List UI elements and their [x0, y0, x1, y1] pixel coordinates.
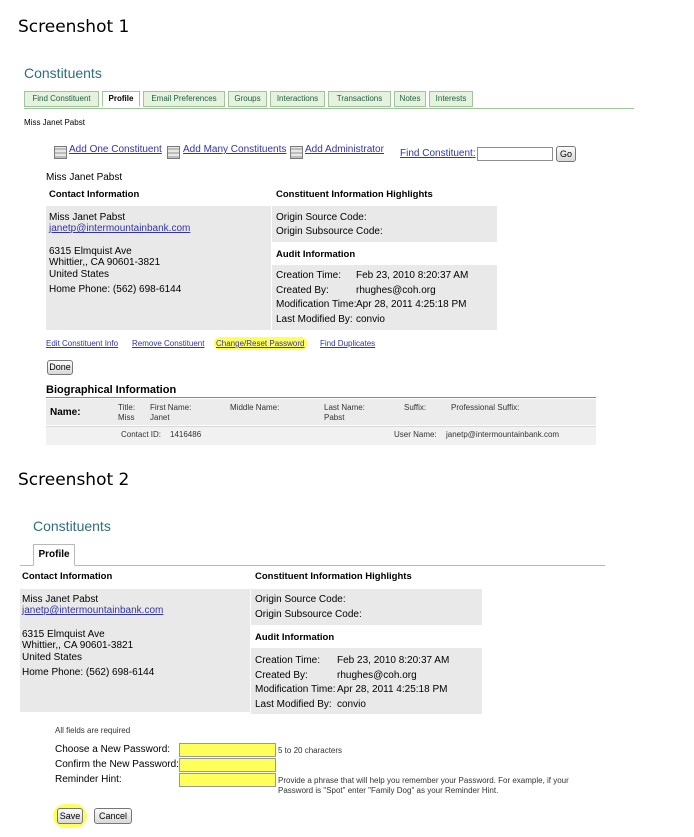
screenshot-2-caption: Screenshot 2: [18, 470, 130, 490]
contact-city-2: Whittier,, CA 90601-3821: [22, 640, 134, 651]
origin-subsource-code: Origin Subsource Code:: [276, 226, 383, 237]
find-constituent-input[interactable]: [477, 147, 553, 161]
add-administrator-link[interactable]: Add Administrator: [305, 144, 384, 155]
creation-time-label: Creation Time:: [276, 270, 342, 281]
contact-country-2: United States: [22, 652, 83, 663]
audit-information-header: Audit Information: [276, 249, 356, 260]
save-button[interactable]: Save: [57, 808, 83, 824]
last-modified-by-label: Last Modified By:: [276, 314, 353, 325]
add-one-constituent-link[interactable]: Add One Constituent: [69, 144, 162, 155]
modification-time-value: Apr 28, 2011 4:25:18 PM: [356, 299, 467, 310]
bio-middle-name-label: Middle Name:: [230, 403, 280, 412]
contact-name-2: Miss Janet Pabst: [22, 594, 99, 605]
contact-id-label: Contact ID:: [121, 430, 162, 439]
contact-email-link-2[interactable]: janetp@intermountainbank.com: [22, 605, 163, 616]
tab-notes[interactable]: Notes: [394, 91, 426, 107]
find-duplicates-link[interactable]: Find Duplicates: [320, 339, 375, 348]
constituent-name-heading: Miss Janet Pabst: [46, 172, 123, 183]
creation-time-label-2: Creation Time:: [255, 655, 321, 666]
tab-groups[interactable]: Groups: [228, 91, 267, 107]
contact-id-value: 1416486: [170, 430, 202, 439]
highlights-header: Constituent Information Highlights: [276, 189, 433, 200]
edit-constituent-info-link[interactable]: Edit Constituent Info: [46, 339, 118, 348]
origin-subsource-code-2: Origin Subsource Code:: [255, 609, 362, 620]
bio-last-name-value: Pabst: [324, 413, 345, 422]
new-password-hint: 5 to 20 characters: [278, 746, 343, 755]
last-modified-by-value-2: convio: [337, 699, 366, 710]
tab-find-constituent[interactable]: Find Constituent: [24, 91, 99, 107]
tab-email-preferences[interactable]: Email Preferences: [143, 91, 225, 107]
confirm-password-field[interactable]: [179, 758, 276, 772]
contact-email-link[interactable]: janetp@intermountainbank.com: [49, 223, 190, 234]
confirm-password-label: Confirm the New Password:: [55, 759, 179, 770]
new-password-label: Choose a New Password:: [55, 744, 171, 755]
last-modified-by-label-2: Last Modified By:: [255, 699, 332, 710]
created-by-label: Created By:: [276, 285, 329, 296]
audit-information-header-2: Audit Information: [255, 632, 335, 643]
find-constituent-label: Find Constituent: [400, 148, 473, 159]
go-button[interactable]: Go: [556, 146, 576, 162]
created-by-label-2: Created By:: [255, 670, 308, 681]
add-administrator-icon: [290, 146, 303, 159]
creation-time-value: Feb 23, 2010 8:20:37 AM: [356, 270, 469, 281]
reminder-hint-field[interactable]: [179, 773, 276, 787]
add-many-constituents-icon: [167, 146, 180, 159]
contact-information-header: Contact Information: [49, 189, 140, 200]
created-by-value-2: rhughes@coh.org: [337, 670, 417, 681]
creation-time-value-2: Feb 23, 2010 8:20:37 AM: [337, 655, 450, 666]
tab-interactions[interactable]: Interactions: [270, 91, 325, 107]
tab-bar-line: [24, 108, 634, 109]
contact-phone: Home Phone: (562) 698-6144: [49, 284, 182, 295]
breadcrumb-name: Miss Janet Pabst: [24, 118, 85, 127]
page-title: Constituents: [24, 65, 102, 81]
reminder-hint-label: Reminder Hint:: [55, 774, 122, 785]
bio-separator: [46, 397, 596, 398]
remove-constituent-link[interactable]: Remove Constituent: [132, 339, 204, 348]
page-title-2: Constituents: [33, 518, 111, 534]
biographical-information-header: Biographical Information: [46, 384, 177, 396]
cancel-button[interactable]: Cancel: [94, 808, 132, 824]
user-name-label: User Name:: [394, 430, 437, 439]
origin-source-code-2: Origin Source Code:: [255, 594, 346, 605]
modification-time-value-2: Apr 28, 2011 4:25:18 PM: [337, 684, 448, 695]
tab-interests[interactable]: Interests: [429, 91, 473, 107]
contact-name: Miss Janet Pabst: [49, 212, 126, 223]
contact-street-2: 6315 Elmquist Ave: [22, 629, 105, 640]
find-constituent-link[interactable]: Find Constituent:: [400, 148, 476, 159]
bio-professional-suffix-label: Professional Suffix:: [451, 403, 520, 412]
contact-information-header-2: Contact Information: [22, 571, 113, 582]
done-button[interactable]: Done: [47, 360, 73, 375]
bio-last-name-label: Last Name:: [324, 403, 365, 412]
tab-bar-line-2: [20, 565, 605, 566]
bio-title-value: Miss: [118, 413, 135, 422]
bio-name-label: Name:: [50, 407, 81, 418]
bio-title-label: Title:: [118, 403, 136, 412]
add-one-constituent-icon: [54, 146, 67, 159]
created-by-value: rhughes@coh.org: [356, 285, 436, 296]
reminder-hint-help-line1: Provide a phrase that will help you reme…: [278, 776, 569, 785]
contact-street: 6315 Elmquist Ave: [49, 246, 132, 257]
contact-phone-2: Home Phone: (562) 698-6144: [22, 667, 155, 678]
tab-profile-2[interactable]: Profile: [33, 544, 75, 566]
bio-suffix-label: Suffix:: [404, 403, 427, 412]
bio-first-name-value: Janet: [150, 413, 170, 422]
modification-time-label-2: Modification Time:: [255, 684, 336, 695]
origin-source-code: Origin Source Code:: [276, 212, 367, 223]
tab-profile[interactable]: Profile: [102, 91, 140, 107]
last-modified-by-value: convio: [356, 314, 385, 325]
bio-first-name-label: First Name:: [150, 403, 192, 412]
screenshot-1-caption: Screenshot 1: [18, 17, 130, 37]
modification-time-label: Modification Time:: [276, 299, 357, 310]
required-note: All fields are required: [55, 726, 131, 735]
highlights-header-2: Constituent Information Highlights: [255, 571, 412, 582]
reminder-hint-help-line2: Password is "Spot" enter "Family Dog" as…: [278, 786, 499, 795]
contact-country: United States: [49, 269, 110, 280]
add-many-constituents-link[interactable]: Add Many Constituents: [183, 144, 286, 155]
new-password-field[interactable]: [179, 743, 276, 757]
user-name-value: janetp@intermountainbank.com: [446, 430, 560, 439]
contact-city: Whittier,, CA 90601-3821: [49, 257, 161, 268]
tab-transactions[interactable]: Transactions: [328, 91, 391, 107]
change-reset-password-link[interactable]: Change/Reset Password: [214, 337, 307, 350]
